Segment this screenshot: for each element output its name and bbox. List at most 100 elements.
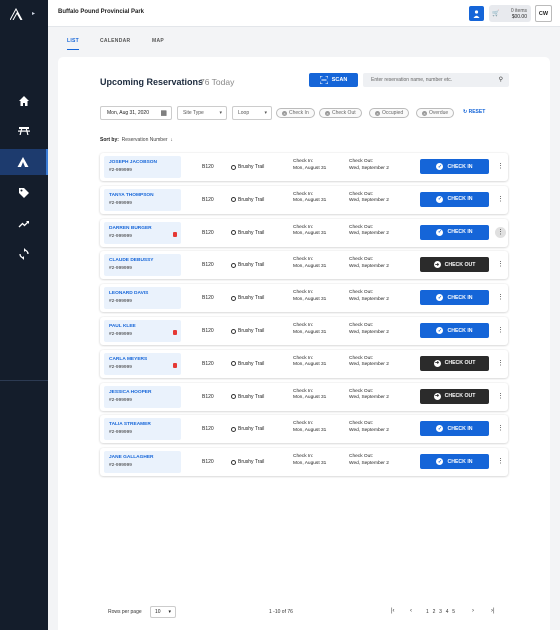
prev-page-icon[interactable]: ‹: [410, 608, 412, 614]
guest-cell[interactable]: PAUL KLEE #2-999999: [104, 320, 181, 342]
first-page-icon[interactable]: |‹: [391, 608, 395, 614]
next-page-icon[interactable]: ›: [472, 608, 474, 614]
site-type-select[interactable]: Site Type ▾: [177, 106, 227, 120]
tab-calendar[interactable]: CALENDAR: [100, 38, 130, 44]
chip-check-out[interactable]: × Check Out: [319, 108, 362, 118]
calendar-icon[interactable]: ▦: [160, 109, 167, 117]
guest-name[interactable]: LEONARD DAVIS: [109, 291, 148, 296]
guest-cell[interactable]: JOSEPH JACOBSON #2-999999: [104, 156, 181, 178]
action-label: CHECK IN: [447, 163, 473, 170]
check-out-cell: Check Out: Wed, September 2: [349, 159, 389, 172]
loop-icon: [231, 230, 236, 236]
more-vertical-icon[interactable]: ⋮: [495, 292, 506, 303]
check-in-cell: Check In: Mon, August 31: [293, 323, 326, 336]
reset-button[interactable]: ↻ RESET: [463, 109, 485, 115]
table-row[interactable]: CLAUDE DEBUSSY #2-999999 B120 Brushy Trail C…: [100, 251, 508, 280]
more-vertical-icon[interactable]: ⋮: [495, 391, 506, 402]
table-row[interactable]: JOSEPH JACOBSON #2-999999 B120 Brushy Trail…: [100, 153, 508, 181]
guest-name[interactable]: TANYA THOMPSON: [109, 193, 154, 198]
guest-name[interactable]: CARLA MEYERS: [109, 357, 147, 362]
nav-tags[interactable]: [0, 180, 48, 206]
guest-name[interactable]: JESSICA HOOPER: [109, 390, 151, 395]
check-in-date: Mon, August 31: [293, 395, 327, 401]
check-in-button[interactable]: ✓ CHECK IN: [420, 191, 489, 207]
check-out-button[interactable]: ➜ CHECK OUT: [420, 355, 489, 371]
table-row[interactable]: DARREN BURGER #2-999999 B120 Brushy Trail Ch…: [100, 218, 508, 247]
table-row[interactable]: LEONARD DAVIS #2-999999 B120 Brushy Trail Ch…: [100, 284, 508, 313]
search-input[interactable]: Enter reservation name, number etc. ⚲: [363, 73, 509, 87]
loop-name: Brushy Trail: [238, 328, 265, 334]
person-button[interactable]: [469, 6, 484, 21]
check-in-button[interactable]: ✓ CHECK IN: [420, 421, 489, 437]
scan-button[interactable]: SCAN: [309, 73, 358, 87]
guest-name[interactable]: JOSEPH JACOBSON: [109, 160, 157, 165]
guest-cell[interactable]: TANYA THOMPSON #2-999999: [104, 188, 181, 211]
check-in-button[interactable]: ✓ CHECK IN: [420, 159, 489, 174]
table-row[interactable]: JESSICA HOOPER #2-999999 B120 Brushy Trail C…: [100, 382, 508, 411]
tab-list[interactable]: LIST: [67, 38, 79, 44]
guest-name[interactable]: CLAUDE DEBUSSY: [109, 258, 154, 263]
close-icon[interactable]: ×: [282, 110, 287, 116]
guest-name[interactable]: JANE GALLAGHER: [109, 455, 154, 460]
tab-map[interactable]: MAP: [152, 38, 164, 44]
guest-cell[interactable]: CLAUDE DEBUSSY #2-999999: [104, 254, 181, 277]
check-out-date: Wed, September 2: [349, 427, 389, 433]
table-row[interactable]: PAUL KLEE #2-999999 B120 Brushy Trail Check …: [100, 317, 508, 345]
table-row[interactable]: TALIA STREAMER #2-999999 B120 Brushy Trail C…: [100, 415, 508, 444]
nav-reservations[interactable]: [0, 149, 48, 175]
date-picker[interactable]: Mon, Aug 31, 2020 ▦: [100, 106, 172, 120]
guest-cell[interactable]: JANE GALLAGHER #2-999999: [104, 451, 181, 474]
close-icon[interactable]: ×: [375, 110, 380, 116]
chip-check-in[interactable]: × Check In: [276, 108, 315, 118]
more-vertical-icon[interactable]: ⋮: [495, 226, 506, 238]
more-vertical-icon[interactable]: ⋮: [495, 259, 506, 270]
more-vertical-icon[interactable]: ⋮: [495, 423, 506, 434]
guest-name[interactable]: TALIA STREAMER: [109, 422, 151, 427]
page-numbers[interactable]: 1 2 3 4 5: [426, 609, 456, 615]
last-page-icon[interactable]: ›|: [491, 608, 495, 614]
guest-name[interactable]: DARREN BURGER: [109, 226, 152, 231]
site-number: B120: [202, 164, 214, 170]
guest-cell[interactable]: JESSICA HOOPER #2-999999: [104, 385, 181, 408]
logo-icon[interactable]: [10, 8, 24, 20]
table-row[interactable]: JANE GALLAGHER #2-999999 B120 Brushy Trail C…: [100, 448, 508, 477]
sort-control[interactable]: Sort by: Reservation Number ↓: [100, 137, 173, 143]
check-out-button[interactable]: ➜ CHECK OUT: [420, 388, 489, 404]
table-row[interactable]: TANYA THOMPSON #2-999999 B120 Brushy Trail C…: [100, 185, 508, 214]
more-vertical-icon[interactable]: ⋮: [495, 456, 506, 467]
guest-cell[interactable]: CARLA MEYERS #2-999999: [104, 352, 181, 375]
table-row[interactable]: CARLA MEYERS #2-999999 B120 Brushy Trail Che…: [100, 349, 508, 378]
search-icon[interactable]: ⚲: [499, 76, 503, 83]
chevron-down-icon: ▾: [264, 110, 267, 116]
collapse-icon[interactable]: ▸: [32, 10, 35, 17]
guest-cell[interactable]: TALIA STREAMER #2-999999: [104, 418, 181, 441]
nav-sync[interactable]: [0, 241, 48, 267]
nav-home[interactable]: [0, 88, 48, 114]
more-vertical-icon[interactable]: ⋮: [495, 358, 506, 369]
close-icon[interactable]: ×: [325, 110, 330, 116]
more-vertical-icon[interactable]: ⋮: [495, 161, 506, 172]
avatar[interactable]: CW: [535, 5, 552, 22]
more-vertical-icon[interactable]: ⋮: [495, 194, 506, 205]
arrow-down-icon[interactable]: ↓: [170, 137, 173, 143]
nav-reports[interactable]: [0, 211, 48, 237]
guest-cell[interactable]: LEONARD DAVIS #2-999999: [104, 287, 181, 310]
nav-picnic[interactable]: [0, 117, 48, 143]
chip-overdue[interactable]: × Overdue: [416, 108, 455, 118]
check-in-cell: Check In: Mon, August 31: [293, 225, 326, 238]
check-in-date: Mon, August 31: [293, 460, 327, 466]
check-in-button[interactable]: ✓ CHECK IN: [420, 290, 489, 306]
check-in-button[interactable]: ✓ CHECK IN: [420, 323, 489, 338]
check-out-button[interactable]: ➜ CHECK OUT: [420, 257, 489, 273]
check-in-button[interactable]: ✓ CHECK IN: [420, 224, 489, 240]
guest-cell[interactable]: DARREN BURGER #2-999999: [104, 221, 181, 244]
close-icon[interactable]: ×: [422, 110, 427, 116]
guest-name[interactable]: PAUL KLEE: [109, 324, 136, 329]
rows-per-page-select[interactable]: 10 ▾: [150, 606, 176, 618]
more-vertical-icon[interactable]: ⋮: [495, 325, 506, 336]
chip-occupied[interactable]: × Occupied: [369, 108, 410, 118]
check-in-button[interactable]: ✓ CHECK IN: [420, 454, 489, 470]
loop-select[interactable]: Loop ▾: [232, 106, 272, 120]
cart-button[interactable]: 🛒 0 items $00.00: [489, 5, 531, 22]
action-label: CHECK OUT: [444, 393, 476, 400]
